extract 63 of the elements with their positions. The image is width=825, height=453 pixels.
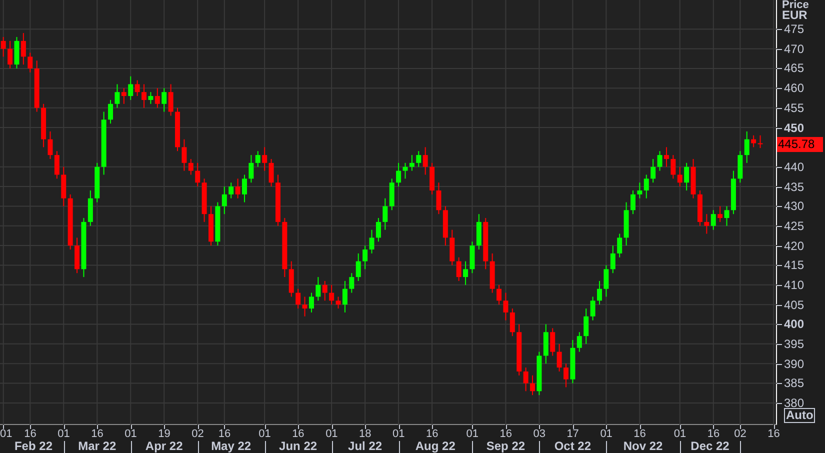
x-axis-label: 01	[466, 428, 478, 440]
month-label: Dec 22	[690, 440, 730, 453]
y-axis-label: 390	[784, 356, 804, 371]
month-label: Aug 22	[415, 440, 456, 453]
y-axis-label: 460	[784, 81, 804, 96]
x-axis-label: 16	[218, 428, 231, 440]
x-axis-label: 02	[192, 428, 204, 440]
y-axis-label: 395	[784, 336, 804, 351]
month-label: Mar 22	[78, 440, 116, 453]
y-axis-label: 415	[784, 258, 804, 272]
x-axis-label: 01	[326, 428, 338, 440]
month-label: Apr 22	[145, 440, 183, 453]
x-axis-label: 18	[359, 428, 372, 440]
y-axis-label: 420	[784, 238, 804, 253]
candlestick	[597, 280, 602, 306]
auto-scale-button[interactable]: Auto	[784, 408, 816, 423]
x-axis-label: 01	[124, 428, 137, 440]
y-axis-label: 435	[784, 180, 804, 194]
month-label: Nov 22	[623, 440, 663, 453]
month-label: Oct 22	[554, 440, 592, 453]
x-axis-label: 01	[600, 428, 612, 440]
candlestick	[0, 36, 6, 58]
x-axis-label: 16	[24, 428, 36, 440]
month-label: Jun 22	[279, 440, 318, 453]
candlestick	[175, 107, 180, 152]
x-axis-label: 01	[0, 428, 12, 440]
x-axis-label: 16	[707, 428, 720, 440]
y-axis-label: 405	[784, 298, 804, 312]
x-axis-label: 16	[91, 428, 104, 440]
y-axis-label: 455	[784, 100, 804, 115]
y-axis-label: 425	[784, 218, 804, 233]
x-axis-label: 02	[734, 428, 746, 440]
x-axis-label: 01	[258, 428, 271, 440]
axis-title: Price	[782, 0, 809, 11]
y-axis-label: 440	[784, 160, 804, 174]
month-label: May 22	[211, 440, 252, 453]
x-axis-label: 19	[158, 428, 170, 440]
y-axis-label: 380	[784, 396, 804, 410]
y-axis-label: 470	[784, 42, 804, 56]
x-axis-label: 16	[768, 428, 780, 440]
month-label: Jul 22	[348, 440, 382, 453]
y-axis-label: 475	[784, 22, 804, 36]
last-price-tag: 445.78	[777, 137, 823, 152]
y-axis-label: 430	[784, 199, 804, 214]
month-label: Feb 22	[14, 440, 52, 453]
x-axis-label: 01	[58, 428, 70, 440]
y-axis-label: 465	[784, 61, 804, 76]
x-axis-label: 01	[392, 428, 405, 440]
candlestick	[208, 206, 214, 246]
y-axis-label: 385	[784, 376, 804, 390]
x-axis-label: 16	[292, 428, 304, 440]
candlestick	[564, 363, 568, 388]
currency-label: EUR	[782, 9, 808, 21]
x-axis-label: 16	[426, 428, 438, 440]
y-axis-label: 450	[784, 120, 804, 134]
x-axis-label: 16	[634, 428, 646, 440]
x-axis-label: 03	[533, 428, 546, 440]
y-axis-label: 410	[784, 278, 804, 292]
month-label: Sep 22	[486, 440, 526, 453]
x-axis-label: 01	[674, 428, 686, 440]
y-axis-label: 400	[784, 317, 804, 332]
x-axis-label: 17	[566, 428, 579, 440]
x-axis-label: 16	[500, 428, 512, 440]
